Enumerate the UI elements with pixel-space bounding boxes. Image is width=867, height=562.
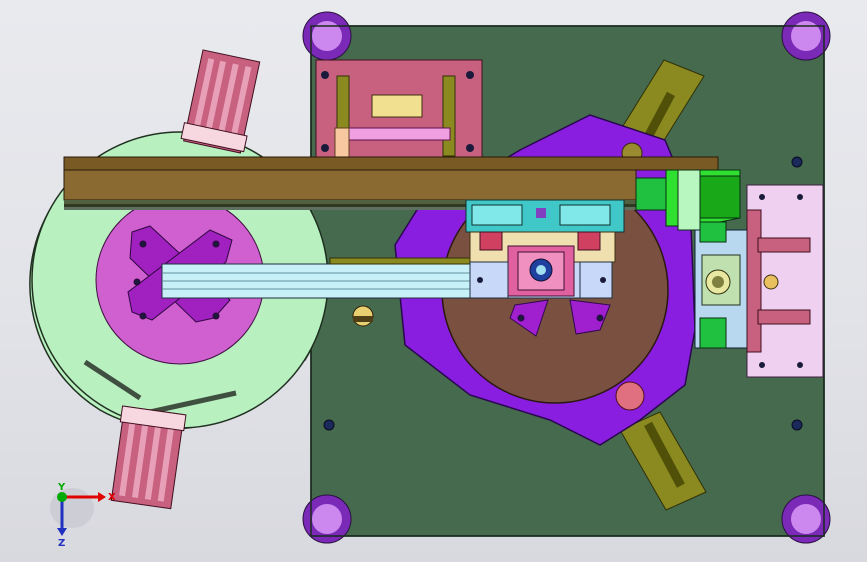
stop-button: [352, 305, 374, 327]
y-axis-icon: [57, 492, 67, 502]
leveling-foot: [781, 11, 831, 61]
assembly-drawing: Y X Z: [29, 11, 831, 549]
y-label: Y: [57, 482, 66, 493]
cad-viewport[interactable]: Y X Z: [0, 0, 867, 562]
locating-pin: [615, 381, 645, 411]
z-label: Z: [58, 538, 65, 549]
carriage[interactable]: [465, 199, 625, 299]
gripper-cylinder-bottom[interactable]: [109, 405, 187, 510]
gripper-cylinder-top[interactable]: [180, 49, 263, 154]
x-label: X: [108, 492, 116, 503]
coordinate-triad: Y X Z: [50, 482, 116, 549]
top-clamp-block[interactable]: [315, 59, 483, 159]
leveling-foot: [302, 11, 352, 61]
